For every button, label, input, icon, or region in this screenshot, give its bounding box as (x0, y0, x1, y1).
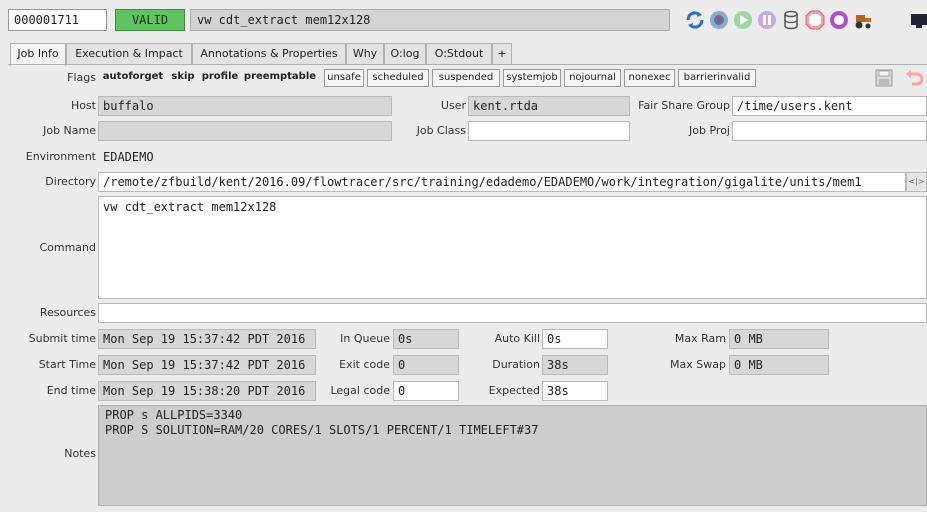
flag-skip[interactable]: skip (166, 69, 200, 87)
job-class-field[interactable] (468, 121, 630, 141)
job-proj-field[interactable] (732, 121, 927, 141)
end-time-field[interactable]: Mon Sep 19 15:38:20 PDT 2016 (98, 381, 316, 401)
database-icon[interactable] (780, 9, 802, 31)
tractor-icon[interactable] (852, 9, 874, 31)
exit-code-field[interactable]: 0 (393, 355, 459, 375)
expected-label: Expected (488, 384, 540, 397)
monitor-icon[interactable] (905, 9, 927, 31)
notes-line: PROP s ALLPIDS=3340 (105, 408, 243, 422)
flag-autoforget[interactable]: autoforget (100, 69, 166, 87)
flag-nonexec[interactable]: nonexec (624, 69, 675, 87)
maxswap-label: Max Swap (670, 358, 726, 371)
resources-field[interactable] (98, 303, 927, 323)
fsg-label: Fair Share Group (638, 99, 730, 112)
flags-label: Flags (67, 71, 96, 84)
flag-nojournal[interactable]: nojournal (564, 69, 621, 87)
command-label: Command (39, 241, 96, 254)
jobproj-label: Job Proj (689, 124, 730, 137)
in-queue-field[interactable]: 0s (393, 329, 459, 349)
resources-label: Resources (39, 306, 96, 319)
stop-icon[interactable] (804, 9, 826, 31)
stop-circle-icon[interactable] (828, 9, 850, 31)
job-id-field[interactable]: 000001711 (8, 9, 107, 31)
environment-field[interactable]: EDADEMO (98, 147, 927, 167)
command-summary-field[interactable]: vw cdt_extract mem12x128 (190, 9, 670, 31)
inqueue-label: In Queue (340, 332, 390, 345)
host-label: Host (70, 99, 96, 112)
submit-time-label: Submit time (28, 332, 96, 345)
submit-time-field[interactable]: Mon Sep 19 15:37:42 PDT 2016 (98, 329, 316, 349)
start-time-label: Start Time (38, 358, 96, 371)
command-textarea[interactable]: vw cdt_extract mem12x128 (98, 196, 927, 299)
tab-annotations-properties[interactable]: Annotations & Properties (192, 43, 346, 65)
flag-unsafe[interactable]: unsafe (324, 69, 364, 87)
notes-line: PROP S SOLUTION=RAM/20 CORES/1 SLOTS/1 P… (105, 423, 539, 437)
dir-label: Directory (45, 175, 96, 188)
duration-field[interactable]: 38s (542, 355, 608, 375)
legal-code-field[interactable]: 0 (393, 381, 459, 401)
jobclass-label: Job Class (416, 124, 466, 137)
flag-scheduled[interactable]: scheduled (367, 69, 429, 87)
tab-why[interactable]: Why (346, 43, 384, 65)
user-field[interactable]: kent.rtda (468, 96, 630, 116)
notes-area[interactable]: PROP s ALLPIDS=3340 PROP S SOLUTION=RAM/… (98, 405, 927, 506)
directory-field[interactable]: /remote/zfbuild/kent/2016.09/flowtracer/… (98, 172, 906, 192)
maxram-label: Max Ram (674, 332, 726, 345)
save-icon[interactable] (874, 68, 896, 90)
expected-field[interactable]: 38s (542, 381, 608, 401)
target-icon[interactable] (708, 9, 730, 31)
pause-icon[interactable] (756, 9, 778, 31)
refresh-icon[interactable] (684, 9, 706, 31)
directory-scroll-icon[interactable]: <|> (906, 172, 927, 192)
notes-label: Notes (64, 447, 96, 460)
tab-divider (8, 64, 927, 65)
tab-execution-impact[interactable]: Execution & Impact (66, 43, 192, 65)
flag-systemjob[interactable]: systemjob (503, 69, 561, 87)
play-icon[interactable] (732, 9, 754, 31)
max-swap-field[interactable]: 0 MB (729, 355, 829, 375)
exitcode-label: Exit code (339, 358, 390, 371)
status-badge: VALID (115, 9, 185, 31)
host-field[interactable]: buffalo (98, 96, 392, 116)
flag-suspended[interactable]: suspended (432, 69, 500, 87)
tab-job-info[interactable]: Job Info (10, 43, 66, 66)
end-time-label: End time (46, 384, 96, 397)
max-ram-field[interactable]: 0 MB (729, 329, 829, 349)
tab-olog[interactable]: O:log (384, 43, 426, 65)
duration-label: Duration (492, 358, 540, 371)
start-time-field[interactable]: Mon Sep 19 15:37:42 PDT 2016 (98, 355, 316, 375)
autokill-label: Auto Kill (494, 332, 540, 345)
undo-icon[interactable] (902, 68, 927, 90)
job-name-field[interactable] (98, 121, 392, 141)
tab-ostdout[interactable]: O:Stdout (426, 43, 492, 65)
env-label: Environment (25, 150, 96, 163)
flag-profile[interactable]: profile (200, 69, 240, 87)
legalcode-label: Legal code (330, 384, 390, 397)
jobname-label: Job Name (43, 124, 96, 137)
auto-kill-field[interactable]: 0s (542, 329, 608, 349)
tab-add[interactable]: + (492, 43, 512, 65)
user-label: User (440, 99, 466, 112)
flag-barrierinvalid[interactable]: barrierinvalid (678, 69, 756, 87)
flag-preemptable[interactable]: preemptable (240, 69, 320, 87)
fair-share-group-field[interactable]: /time/users.kent (732, 96, 927, 116)
